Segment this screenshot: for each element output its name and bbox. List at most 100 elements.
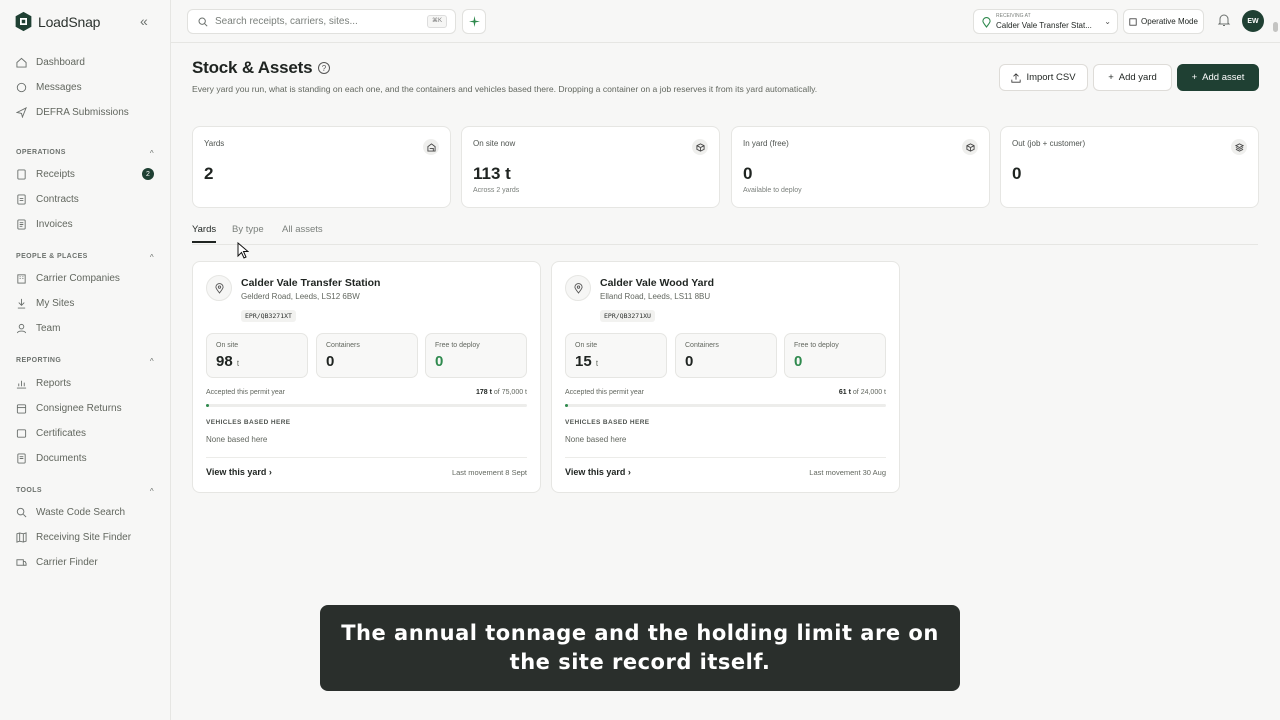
nav-label: Certificates <box>36 427 87 439</box>
stat-label: In yard (free) <box>743 139 789 148</box>
nav-carrier-companies[interactable]: Carrier Companies <box>16 268 156 288</box>
tab-yards[interactable]: Yards <box>192 224 217 243</box>
help-icon[interactable]: ? <box>318 62 330 74</box>
nav-certificates[interactable]: Certificates <box>16 423 156 443</box>
nav-carrier-finder[interactable]: Carrier Finder <box>16 552 156 572</box>
nav-label: Invoices <box>36 218 73 230</box>
stat-value: 2 <box>204 164 214 183</box>
stat-label: Yards <box>204 139 225 148</box>
tile-value: 0 <box>685 353 694 370</box>
yard-card: Calder Vale Transfer Station Gelderd Roa… <box>192 261 541 493</box>
calendar-icon <box>16 403 27 414</box>
chevron-right-icon: › <box>268 467 272 477</box>
nav-contracts[interactable]: Contracts <box>16 189 156 209</box>
stat-value: 0 <box>1012 164 1022 183</box>
nav-documents[interactable]: Documents <box>16 448 156 468</box>
section-operations[interactable]: OPERATIONS ^ <box>16 149 154 158</box>
tile-label: On site <box>575 342 598 349</box>
nav-messages[interactable]: Messages <box>16 77 156 97</box>
nav-consignee-returns[interactable]: Consignee Returns <box>16 398 156 418</box>
section-tools[interactable]: TOOLS ^ <box>16 487 154 496</box>
operative-mode-button[interactable]: Operative Mode <box>1123 9 1204 34</box>
contract-icon <box>17 193 26 205</box>
user-avatar[interactable]: EW <box>1242 10 1264 32</box>
accepted-label: Accepted this permit year <box>565 389 644 396</box>
section-title: REPORTING <box>16 357 62 364</box>
send-icon <box>16 106 27 118</box>
vehicles-value: None based here <box>565 435 627 444</box>
permit-progress-fill <box>565 404 568 407</box>
collapse-sidebar-icon[interactable]: « <box>140 13 148 29</box>
vehicles-heading: VEHICLES BASED HERE <box>565 419 650 426</box>
tile-value: 0 <box>794 353 803 370</box>
add-yard-button[interactable]: + Add yard <box>1093 64 1172 91</box>
section-reporting[interactable]: REPORTING ^ <box>16 357 154 366</box>
nav-label: Consignee Returns <box>36 402 122 414</box>
chat-icon <box>16 82 27 92</box>
mouse-cursor-icon <box>237 242 249 259</box>
receiving-label: RECEIVING AT <box>996 13 1031 19</box>
nav-defra-submissions[interactable]: DEFRA Submissions <box>16 102 156 122</box>
sidebar: LoadSnap « Dashboard Messages DEFRA Subm… <box>0 0 171 720</box>
vehicles-value: None based here <box>206 435 268 444</box>
nav-label: Messages <box>36 81 82 93</box>
chevron-up-icon: ^ <box>149 357 154 366</box>
section-people-places[interactable]: PEOPLE & PLACES ^ <box>16 253 154 262</box>
invoice-icon <box>17 218 26 230</box>
view-yard-link[interactable]: View this yard › <box>206 467 272 477</box>
view-tabs: Yards By type All assets <box>192 224 1258 245</box>
nav-waste-code-search[interactable]: Waste Code Search <box>16 502 156 522</box>
caption-subtitle: The annual tonnage and the holding limit… <box>320 605 960 691</box>
scrollbar[interactable] <box>1273 22 1278 32</box>
operative-mode-label: Operative Mode <box>1141 17 1198 26</box>
view-yard-link[interactable]: View this yard › <box>565 467 631 477</box>
upload-icon <box>1011 72 1022 83</box>
yard-address: Gelderd Road, Leeds, LS12 6BW <box>241 292 360 301</box>
divider <box>565 457 886 458</box>
nav-my-sites[interactable]: My Sites <box>16 293 156 313</box>
add-asset-button[interactable]: + Add asset <box>1177 64 1259 91</box>
accepted-value: 61 t of 24,000 t <box>838 389 886 396</box>
stat-value: 0 <box>743 164 753 183</box>
on-site-tile: On site 98 t <box>206 333 308 378</box>
nav-dashboard[interactable]: Dashboard <box>16 52 156 72</box>
tab-by-type[interactable]: By type <box>232 224 264 235</box>
sparkle-icon <box>468 16 480 27</box>
tile-value: 15 t <box>575 353 599 370</box>
nav-invoices[interactable]: Invoices <box>16 214 156 234</box>
search-bar[interactable]: Search receipts, carriers, sites... ⌘K <box>187 9 456 34</box>
nav-team[interactable]: Team <box>16 318 156 338</box>
nav-label: Contracts <box>36 193 79 205</box>
nav-label: Receipts <box>36 168 75 180</box>
chevron-up-icon: ^ <box>149 487 154 496</box>
logo[interactable]: LoadSnap <box>13 11 100 32</box>
nav-reports[interactable]: Reports <box>16 373 156 393</box>
warehouse-icon <box>423 139 439 155</box>
nav-receiving-site-finder[interactable]: Receiving Site Finder <box>16 527 156 547</box>
stat-label: Out (job + customer) <box>1012 139 1086 148</box>
containers-tile: Containers 0 <box>316 333 418 378</box>
last-movement: Last movement 30 Aug <box>809 468 886 477</box>
import-csv-button[interactable]: Import CSV <box>999 64 1088 91</box>
on-site-tile: On site 15 t <box>565 333 667 378</box>
map-icon <box>16 531 27 543</box>
user-icon <box>16 323 27 333</box>
search-input[interactable]: Search receipts, carriers, sites... <box>215 16 358 27</box>
ai-assistant-button[interactable] <box>462 9 486 34</box>
plus-icon: + <box>1108 72 1114 83</box>
permit-progress-bar <box>206 404 527 407</box>
permit-progress-fill <box>206 404 209 407</box>
stat-value: 113 t <box>473 164 511 183</box>
nav-receipts[interactable]: Receipts 2 <box>16 164 156 184</box>
add-asset-label: Add asset <box>1202 72 1245 83</box>
receiving-site-selector[interactable]: RECEIVING AT Calder Vale Transfer Stat..… <box>973 9 1118 34</box>
nav-label: Team <box>36 322 61 334</box>
yard-address: Elland Road, Leeds, LS11 8BU <box>600 292 711 301</box>
stat-card-on-site: On site now 113 t Across 2 yards <box>461 126 720 208</box>
tile-label: Free to deploy <box>435 342 480 349</box>
notifications-bell-icon[interactable] <box>1217 13 1231 27</box>
permit-code: EPR/QB3271XU <box>600 310 655 322</box>
location-pin-icon <box>206 275 232 301</box>
tab-all-assets[interactable]: All assets <box>282 224 323 235</box>
add-yard-label: Add yard <box>1118 72 1157 83</box>
